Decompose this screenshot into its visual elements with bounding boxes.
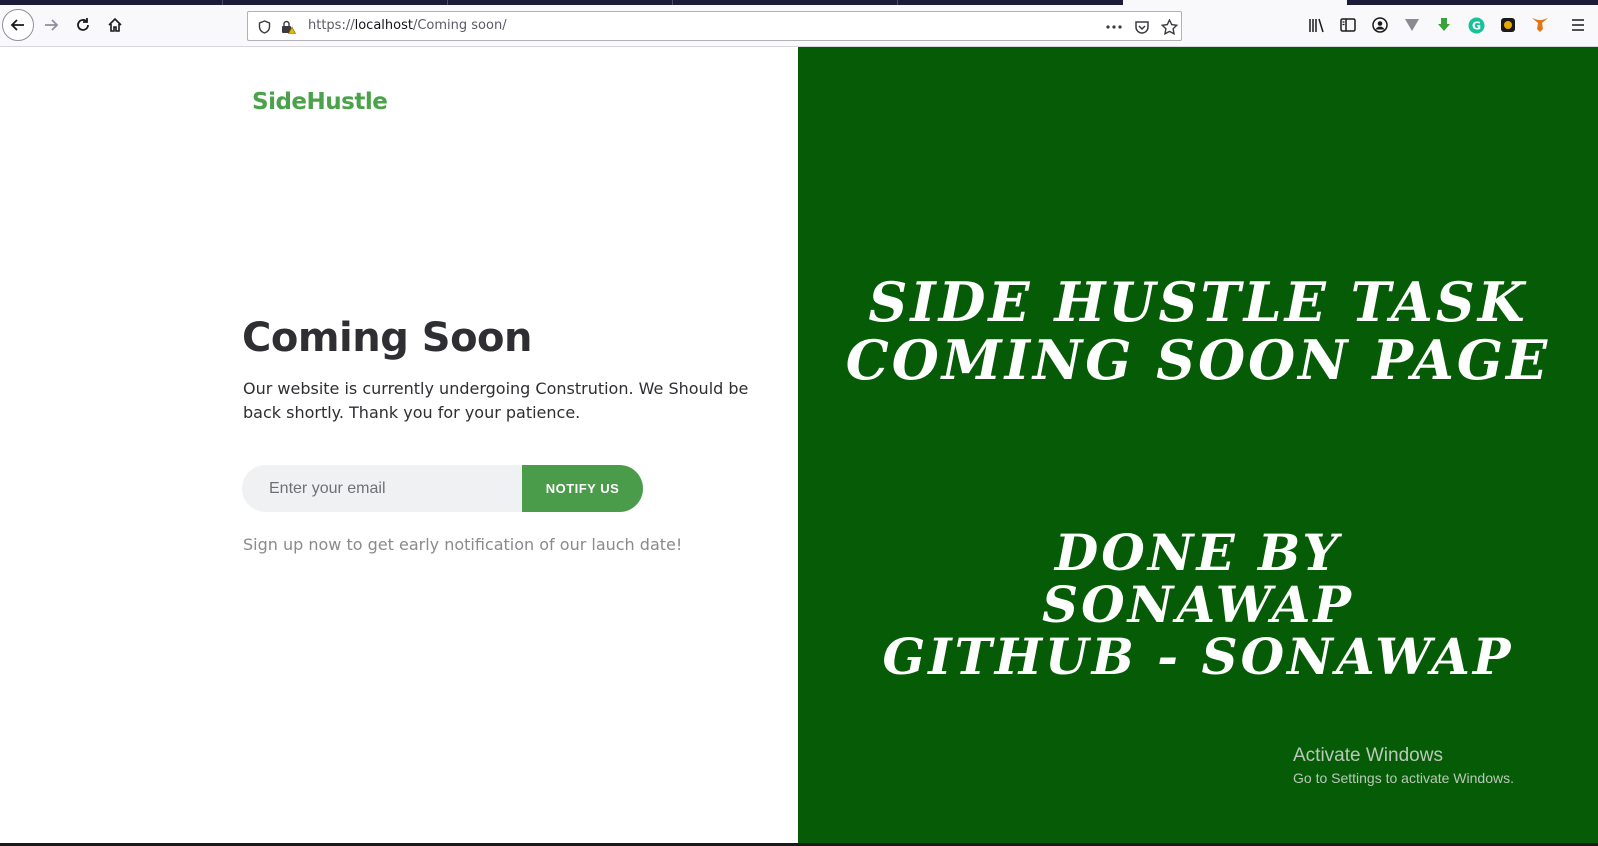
sidebar-icon xyxy=(1340,18,1356,32)
page-title: Coming Soon xyxy=(242,315,533,361)
watermark-title: Activate Windows xyxy=(1293,745,1443,766)
forward-icon xyxy=(45,19,59,31)
shield-icon[interactable] xyxy=(254,17,274,37)
logo-text: SideHustle xyxy=(252,89,388,115)
extension-button[interactable] xyxy=(1397,10,1427,40)
sidehustle-logo[interactable]: SideHustle xyxy=(252,89,388,115)
forward-button[interactable] xyxy=(36,10,66,40)
extension-dark-icon xyxy=(1501,18,1515,32)
signup-note: Sign up now to get early notification of… xyxy=(243,535,683,554)
library-button[interactable] xyxy=(1301,10,1331,40)
author-line-2: SONAWAP xyxy=(1041,575,1354,634)
url-prefix: https:// xyxy=(308,18,355,33)
notify-form: NOTIFY US xyxy=(242,465,643,512)
author-line-1: DONE BY xyxy=(1054,523,1342,582)
page-content: SideHustle Coming Soon Our website is cu… xyxy=(0,47,1598,843)
url-host: localhost xyxy=(354,18,413,33)
left-panel: SideHustle Coming Soon Our website is cu… xyxy=(0,47,798,843)
extension-icon xyxy=(1405,19,1419,31)
library-icon xyxy=(1308,18,1324,32)
more-icon[interactable] xyxy=(1104,17,1124,37)
sidebar-button[interactable] xyxy=(1333,10,1363,40)
grammarly-button[interactable]: G xyxy=(1461,10,1491,40)
grammarly-icon: G xyxy=(1468,17,1484,33)
banner-line-1: SIDE HUSTLE TASK xyxy=(868,270,1528,334)
home-icon xyxy=(108,17,122,32)
browser-toolbar: https://localhost/Coming soon/ G xyxy=(0,5,1598,47)
banner-heading: SIDE HUSTLE TASK COMING SOON PAGE xyxy=(798,273,1598,389)
email-input[interactable] xyxy=(242,465,532,512)
account-icon xyxy=(1372,17,1388,33)
home-button[interactable] xyxy=(100,10,130,40)
pocket-icon[interactable] xyxy=(1132,17,1152,37)
menu-button[interactable] xyxy=(1563,10,1593,40)
banner-line-2: COMING SOON PAGE xyxy=(845,328,1551,392)
activate-windows-watermark: Activate Windows Go to Settings to activ… xyxy=(1293,745,1514,786)
url-bar[interactable]: https://localhost/Coming soon/ xyxy=(247,11,1182,41)
bookmark-star-icon[interactable] xyxy=(1159,17,1179,37)
reload-icon xyxy=(77,18,89,31)
extension-dark-button[interactable] xyxy=(1493,10,1523,40)
reload-button[interactable] xyxy=(68,10,98,40)
watermark-subtitle: Go to Settings to activate Windows. xyxy=(1293,770,1514,786)
lock-warning-icon[interactable] xyxy=(278,17,298,37)
menu-icon xyxy=(1572,19,1584,31)
back-icon xyxy=(10,19,24,31)
download-extension-icon xyxy=(1438,18,1450,31)
notify-button[interactable]: NOTIFY US xyxy=(522,465,643,512)
back-button[interactable] xyxy=(2,9,34,41)
download-extension-button[interactable] xyxy=(1429,10,1459,40)
page-description: Our website is currently undergoing Cons… xyxy=(243,379,749,422)
svg-text:G: G xyxy=(1471,19,1480,32)
url-path: /Coming soon/ xyxy=(412,18,507,33)
author-heading: DONE BY SONAWAP GITHUB - SONAWAP xyxy=(798,527,1598,683)
author-line-3: GITHUB - SONAWAP xyxy=(882,627,1514,686)
url-text[interactable]: https://localhost/Coming soon/ xyxy=(308,18,507,33)
right-panel: SIDE HUSTLE TASK COMING SOON PAGE DONE B… xyxy=(798,47,1598,843)
metamask-icon xyxy=(1532,18,1548,32)
metamask-button[interactable] xyxy=(1525,10,1555,40)
account-button[interactable] xyxy=(1365,10,1395,40)
